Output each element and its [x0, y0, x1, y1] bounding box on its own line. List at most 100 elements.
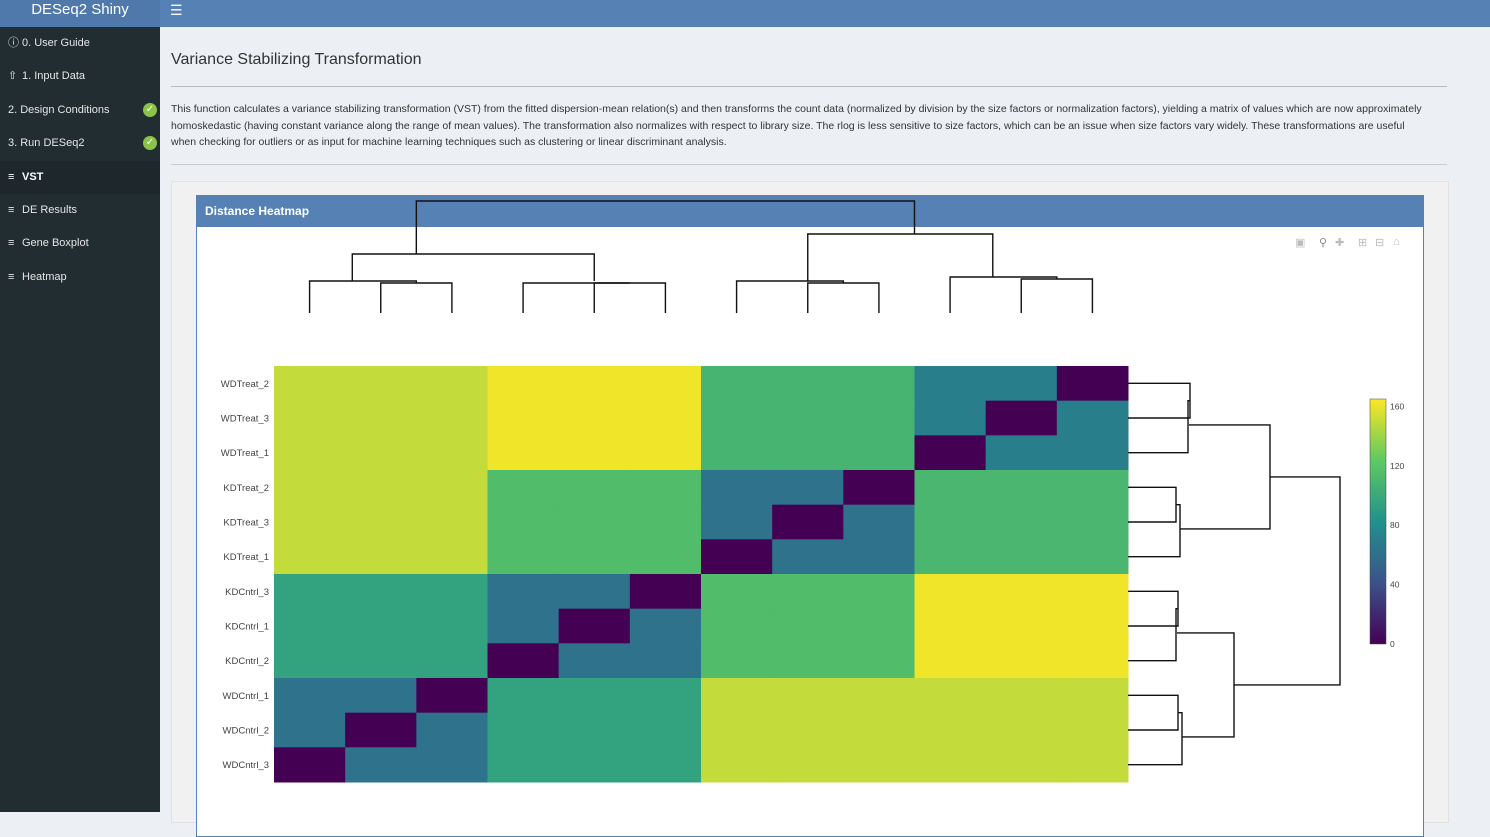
heatmap-cell: [629, 678, 702, 714]
heatmap-cell: [345, 504, 417, 540]
sidebar-item-user-guide[interactable]: ⓘ 0. User Guide: [0, 27, 160, 60]
sidebar-item-design-conditions[interactable]: 2. Design Conditions ✓: [0, 94, 160, 127]
heatmap-cell: [914, 470, 987, 506]
heatmap-cell: [558, 435, 631, 471]
heatmap-cell: [985, 539, 1058, 575]
heatmap-cell: [701, 539, 773, 575]
heatmap-cell: [345, 539, 417, 575]
sidebar-item-vst[interactable]: ≡ VST: [0, 161, 160, 194]
heatmap-cell: [1056, 366, 1129, 402]
colorbar: [1369, 398, 1387, 645]
heatmap-cell: [701, 400, 773, 436]
column-dendrogram-link: [949, 276, 1058, 313]
row-label: KDTreat_2: [223, 483, 269, 494]
colorbar-tick-label: 160: [1390, 401, 1404, 411]
heatmap-cell: [985, 712, 1058, 748]
row-label: WDTreat_2: [221, 379, 269, 390]
heatmap-cell: [558, 400, 631, 436]
heatmap-cell: [701, 435, 773, 471]
heatmap-cell: [1056, 747, 1129, 783]
heatmap-cell: [1056, 504, 1129, 540]
sidebar-item-label: Gene Boxplot: [22, 237, 89, 249]
column-dendrogram-link: [807, 282, 880, 313]
top-navbar: [0, 0, 1490, 27]
heatmap-cell: [558, 470, 631, 506]
heatmap-cell: [985, 435, 1058, 471]
sidebar-item-input-data[interactable]: ⇧ 1. Input Data: [0, 60, 160, 93]
heatmap-cell: [416, 574, 488, 610]
heatmap-cell: [1056, 435, 1129, 471]
heatmap-cell: [629, 747, 702, 783]
heatmap-cell: [914, 435, 987, 471]
sidebar-item-label: VST: [22, 171, 44, 183]
distance-heatmap-box: Distance Heatmap ▣ ⚲ ✚ ⊞ ⊟ ⌂ WDTreat_2 WD…: [196, 195, 1424, 837]
main-content: Variance Stabilizing Transformation This…: [160, 27, 1490, 837]
row-label: WDCntrl_3: [223, 760, 269, 771]
heatmap-cell: [843, 643, 915, 679]
app-brand[interactable]: DESeq2 Shiny: [0, 0, 160, 27]
heatmap-cell: [629, 400, 702, 436]
heatmap-cell: [629, 435, 702, 471]
sidebar-item-gene-boxplot[interactable]: ≡ Gene Boxplot: [0, 227, 160, 260]
heatmap-cell: [772, 608, 844, 644]
colorbar-tick-label: 80: [1390, 520, 1400, 530]
heatmap-cell: [345, 366, 417, 402]
heatmap-cell: [1056, 539, 1129, 575]
heatmap-cell: [701, 643, 773, 679]
heatmap-cell: [274, 539, 346, 575]
info-icon: ⓘ: [8, 37, 19, 49]
heatmap-cell: [843, 470, 915, 506]
heatmap-cell: [772, 643, 844, 679]
heatmap-cell: [416, 712, 488, 748]
heatmap-cell: [914, 747, 987, 783]
heatmap-cell: [487, 712, 560, 748]
row-label: KDTreat_3: [223, 518, 269, 529]
heatmap-cell: [701, 608, 773, 644]
sidebar-item-de-results[interactable]: ≡ DE Results: [0, 194, 160, 227]
heatmap-cell: [772, 470, 844, 506]
column-dendrogram-link: [380, 282, 453, 313]
heatmap-cell: [487, 504, 560, 540]
heatmap-cell: [558, 574, 631, 610]
page-title: Variance Stabilizing Transformation: [171, 51, 422, 68]
heatmap-cell: [345, 643, 417, 679]
chart-icon: ≡: [8, 271, 15, 283]
sidebar-item-heatmap[interactable]: ≡ Heatmap: [0, 261, 160, 294]
sidebar-item-label: 0. User Guide: [22, 37, 90, 49]
page-description: This function calculates a variance stab…: [171, 103, 1422, 148]
heatmap-cell: [274, 608, 346, 644]
heatmap-cell: [629, 574, 702, 610]
heatmap-cell: [985, 504, 1058, 540]
heatmap-cell: [701, 574, 773, 610]
heatmap-cell: [558, 608, 631, 644]
heatmap-cell: [772, 435, 844, 471]
row-label: WDTreat_3: [221, 414, 269, 425]
divider: [171, 164, 1447, 165]
heatmap-cell: [843, 678, 915, 714]
heatmap-cell: [629, 712, 702, 748]
heatmap-cell: [985, 608, 1058, 644]
row-label: WDCntrl_2: [223, 726, 269, 737]
heatmap-cell: [1056, 608, 1129, 644]
hamburger-icon[interactable]: ☰: [170, 2, 183, 19]
heatmap-cell: [416, 608, 488, 644]
heatmap-cell: [701, 504, 773, 540]
heatmap-cell: [985, 400, 1058, 436]
heatmap-cell: [345, 435, 417, 471]
sidebar: ⓘ 0. User Guide ⇧ 1. Input Data 2. Desig…: [0, 27, 160, 812]
heatmap-cell: [914, 504, 987, 540]
heatmap-cell: [416, 747, 488, 783]
sidebar-item-run-deseq2[interactable]: 3. Run DESeq2 ✓: [0, 127, 160, 160]
heatmap-cell: [772, 712, 844, 748]
heatmap-cell: [1056, 712, 1129, 748]
row-label: KDCntrl_2: [225, 656, 269, 667]
heatmap-cell: [416, 366, 488, 402]
heatmap-cell: [629, 643, 702, 679]
heatmap-cell: [772, 574, 844, 610]
heatmap-cell: [843, 747, 915, 783]
chart-icon: ≡: [8, 204, 15, 216]
heatmap-cell: [487, 574, 560, 610]
distance-heatmap-plot[interactable]: WDTreat_2 WDTreat_3 WDTreat_1 KDTreat_2 KDTr…: [197, 196, 1423, 836]
heatmap-cell: [416, 400, 488, 436]
row-dendrogram-link: [1180, 424, 1271, 530]
